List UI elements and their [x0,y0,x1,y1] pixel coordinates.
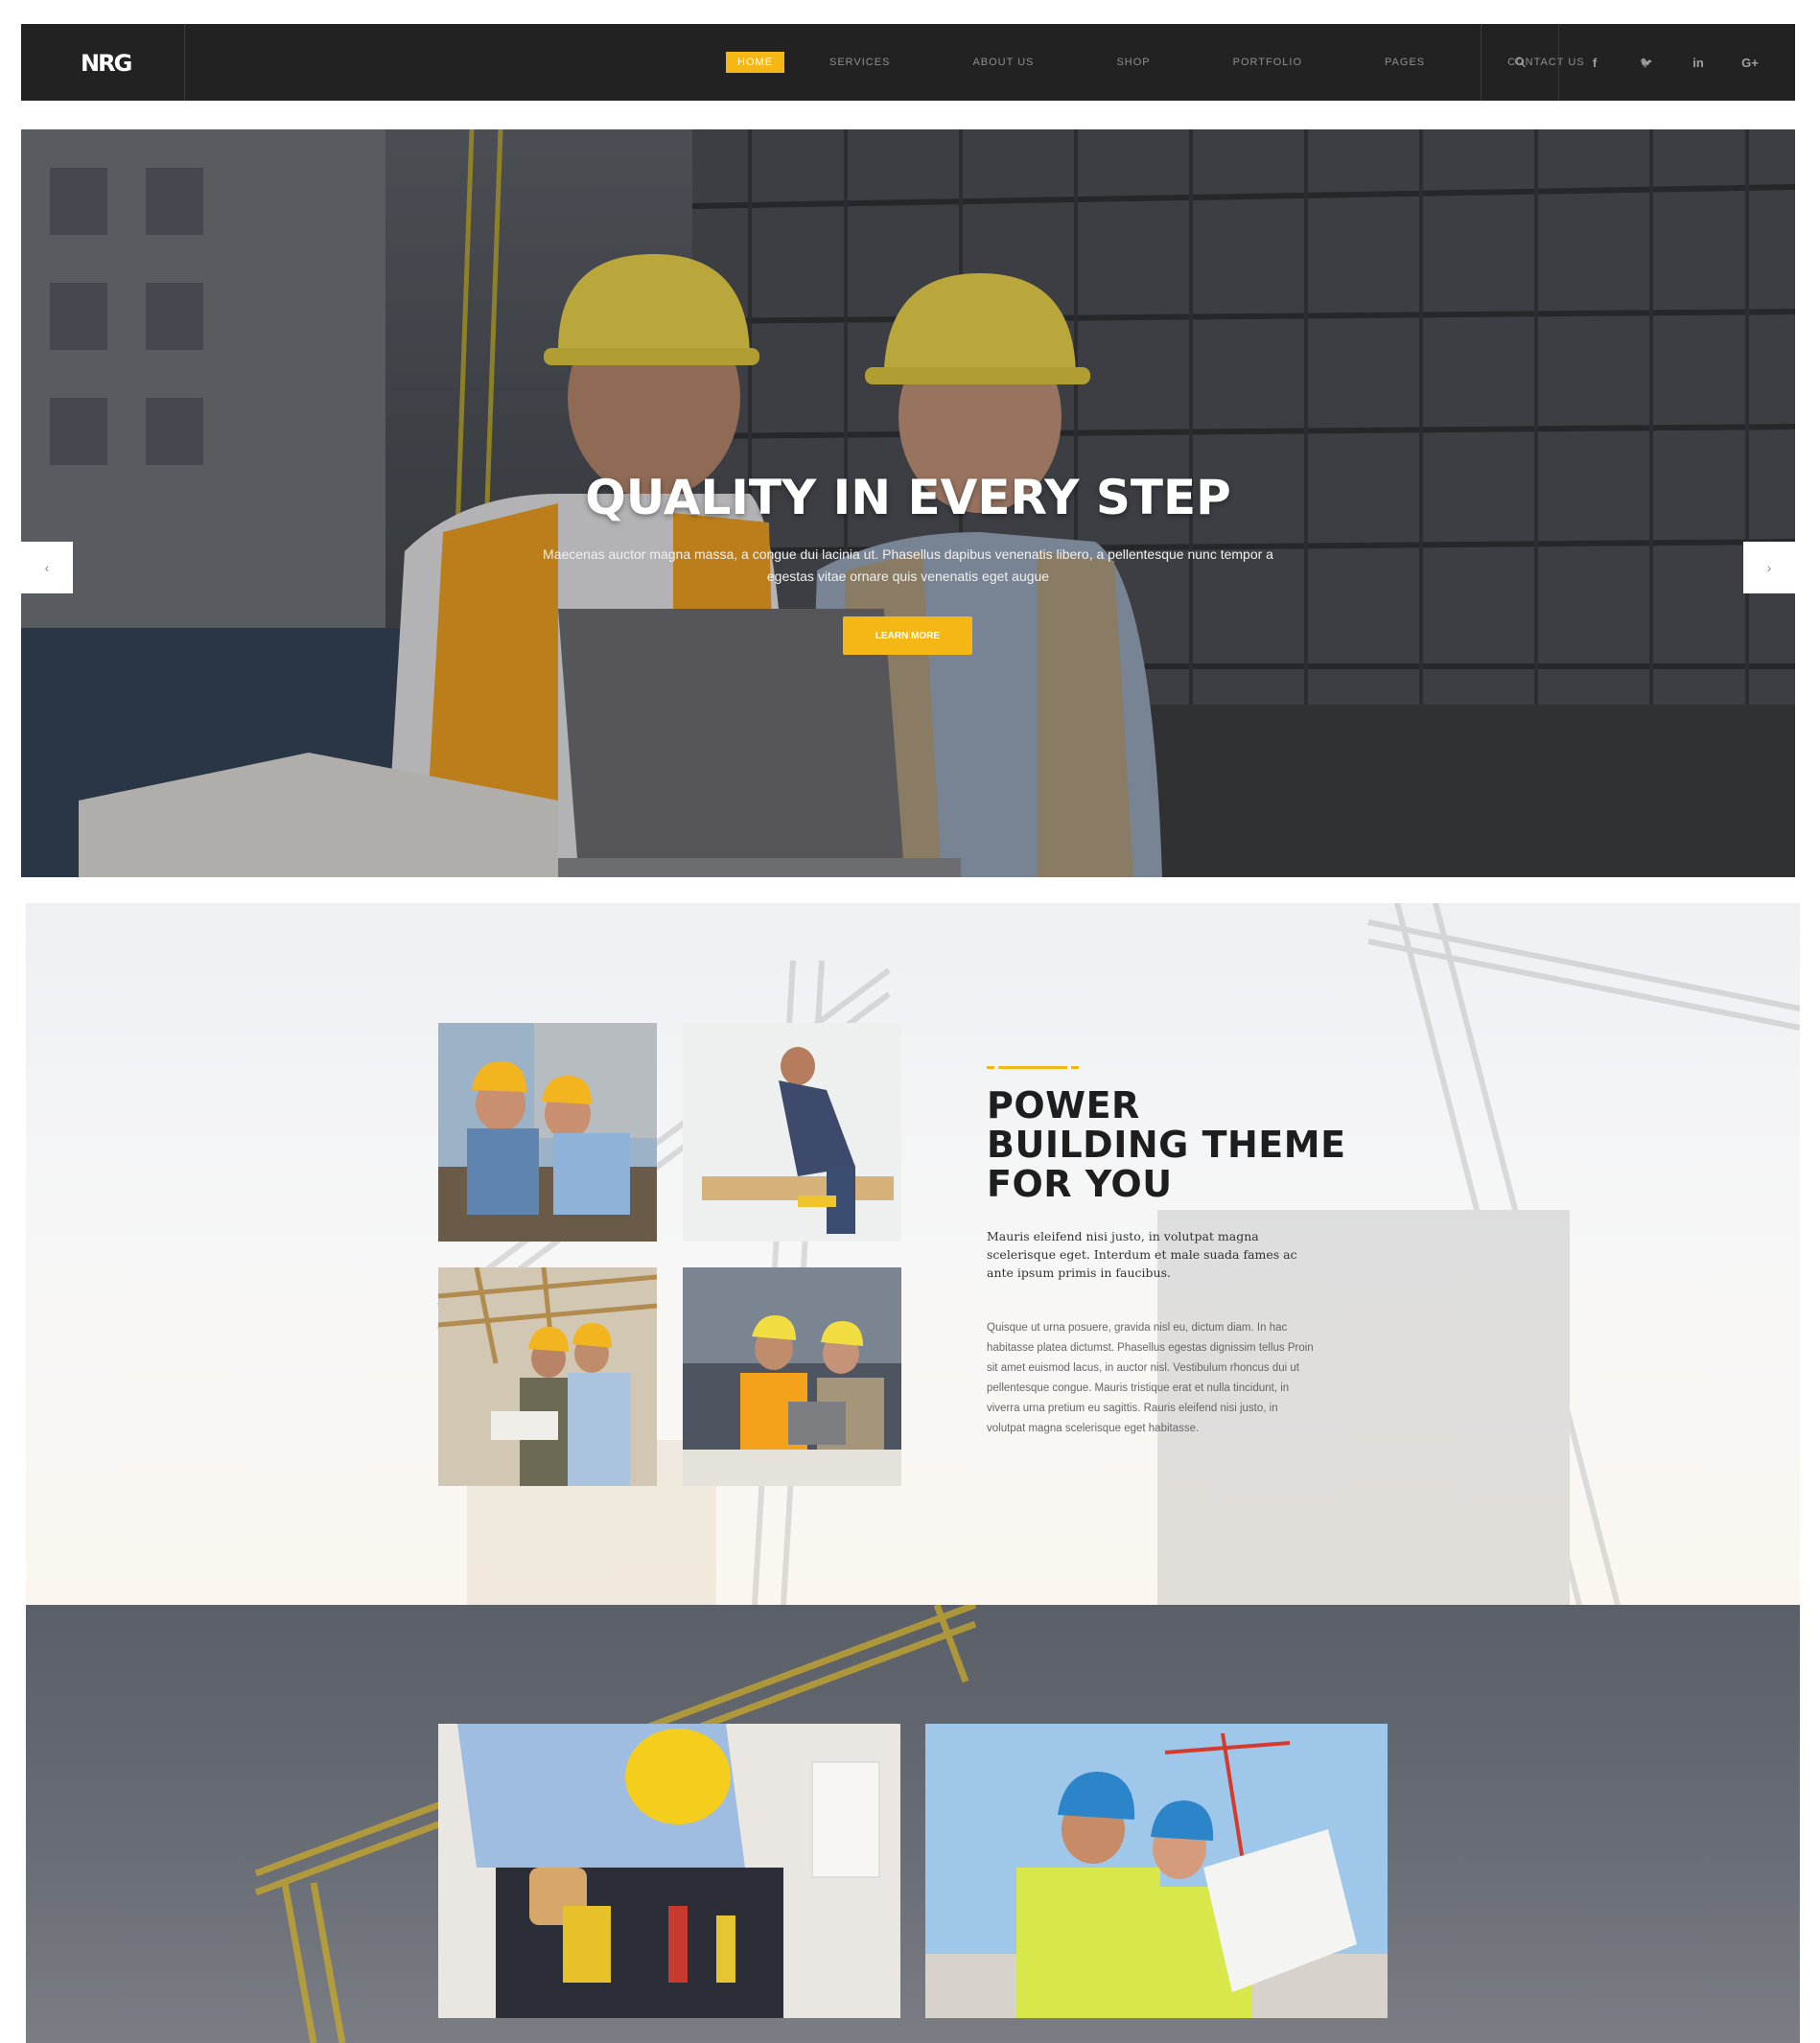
slider-next-button[interactable]: › [1743,542,1795,593]
about-text-block: POWER BUILDING THEME FOR YOU Mauris elei… [987,1066,1370,1439]
hero-slider: QUALITY IN EVERY STEP Maecenas auctor ma… [21,129,1795,877]
photo-image [925,1724,1388,2018]
gallery-photo-laptop-workers[interactable] [683,1267,901,1486]
google-plus-icon: G+ [1741,55,1759,70]
accent-divider [987,1066,1370,1069]
linkedin-icon: in [1692,55,1704,70]
photo-image [438,1267,657,1486]
linkedin-link[interactable]: in [1672,24,1724,101]
services-section [26,1605,1800,2043]
photo-image [683,1023,901,1242]
about-body-paragraph: Quisque ut urna posuere, gravida nisl eu… [987,1322,1314,1434]
social-links: f 🐦 in G+ [1559,24,1795,101]
menu-item-home[interactable]: HOME [726,52,784,73]
about-heading-line-3: FOR YOU [987,1163,1173,1205]
search-icon: ⚲ [1510,53,1530,73]
nav-icon-group: ⚲ f 🐦 in G+ [1481,24,1795,101]
menu-item-about-us[interactable]: ABOUT US [961,52,1045,73]
main-menu: HOME SERVICES ABOUT US SHOP PORTFOLIO PA… [726,24,1597,101]
crane-background-image [436,903,1800,1605]
chevron-left-icon: ‹ [44,560,50,575]
about-section: POWER BUILDING THEME FOR YOU Mauris elei… [26,903,1800,1605]
menu-item-portfolio[interactable]: PORTFOLIO [1222,52,1314,73]
photo-image [683,1267,901,1486]
menu-item-shop[interactable]: SHOP [1105,52,1161,73]
facebook-link[interactable]: f [1569,24,1621,101]
twitter-icon: 🐦 [1640,57,1653,69]
menu-item-pages[interactable]: PAGES [1373,52,1436,73]
hero-description: Maecenas auctor magna massa, a congue du… [543,546,1273,584]
top-navigation-bar: NRG HOME SERVICES ABOUT US SHOP PORTFOLI… [21,24,1795,101]
chevron-right-icon: › [1766,560,1772,575]
gallery-photo-roof-inspection[interactable] [438,1267,657,1486]
about-lead-paragraph: Mauris eleifend nisi justo, in volutpat … [987,1229,1297,1280]
menu-item-services[interactable]: SERVICES [818,52,901,73]
google-plus-link[interactable]: G+ [1724,24,1776,101]
search-button[interactable]: ⚲ [1481,24,1559,101]
slider-prev-button[interactable]: ‹ [21,542,73,593]
about-heading: POWER BUILDING THEME FOR YOU [987,1086,1370,1204]
service-photo-toolbelt[interactable] [438,1724,900,2018]
learn-more-button[interactable]: LEARN MORE [843,616,972,655]
twitter-link[interactable]: 🐦 [1621,24,1672,101]
gallery-photo-workers-rebar[interactable] [438,1023,657,1242]
site-logo[interactable]: NRG [81,50,132,77]
about-heading-line-1: POWER [987,1084,1140,1126]
logo-container[interactable]: NRG [21,24,185,101]
crane-background-image [254,1605,977,2043]
photo-image [438,1724,900,2018]
facebook-icon: f [1592,55,1598,70]
hero-title: QUALITY IN EVERY STEP [585,470,1231,525]
about-heading-line-2: BUILDING THEME [987,1124,1346,1166]
gallery-photo-carpenter[interactable] [683,1023,901,1242]
service-photo-engineers-plan[interactable] [925,1724,1388,2018]
photo-image [438,1023,657,1242]
